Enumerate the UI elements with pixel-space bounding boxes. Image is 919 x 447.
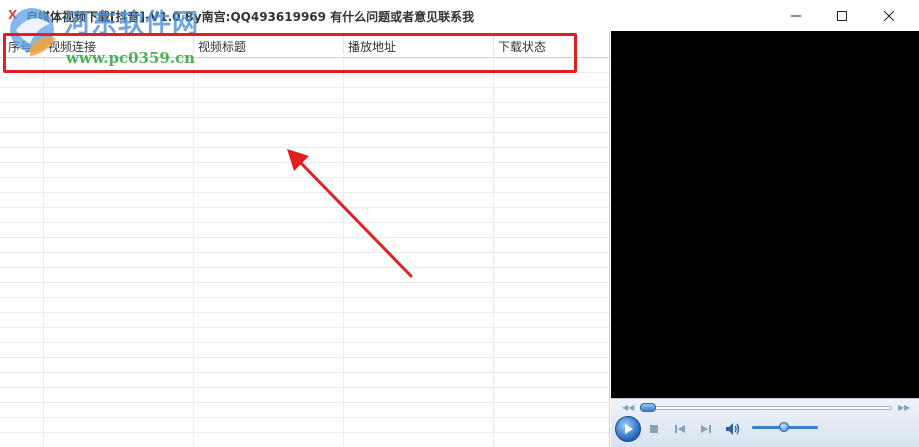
table-row[interactable] (0, 298, 609, 313)
table-row[interactable] (0, 403, 609, 418)
volume-icon (726, 423, 740, 435)
table-row[interactable] (0, 73, 609, 88)
volume-thumb[interactable] (779, 422, 789, 432)
maximize-icon (837, 10, 847, 21)
minimize-button[interactable] (773, 0, 819, 31)
next-icon (701, 425, 711, 433)
close-button[interactable] (866, 0, 912, 31)
grid-column-line (493, 58, 494, 447)
table-row[interactable] (0, 328, 609, 343)
previous-button[interactable] (672, 421, 688, 437)
annotation-arrow-icon (287, 149, 413, 278)
close-icon (884, 10, 894, 21)
table-row[interactable] (0, 418, 609, 433)
table-row[interactable] (0, 358, 609, 373)
video-player[interactable] (611, 31, 919, 447)
table-row[interactable] (0, 373, 609, 388)
seek-thumb[interactable] (640, 403, 656, 412)
play-icon (625, 424, 633, 434)
grid-column-line (193, 58, 194, 447)
previous-icon (675, 425, 685, 433)
stop-button[interactable] (646, 421, 662, 437)
annotation-highlight-box (3, 33, 577, 73)
grid-column-line (43, 58, 44, 447)
minimize-icon (791, 15, 801, 16)
table-row[interactable] (0, 313, 609, 328)
next-button[interactable] (698, 421, 714, 437)
seek-back-marker: ◀◀ (622, 403, 635, 412)
table-row[interactable] (0, 343, 609, 358)
table-row[interactable] (0, 388, 609, 403)
stop-icon (650, 425, 658, 433)
play-button[interactable] (615, 416, 641, 442)
table-row[interactable] (0, 283, 609, 298)
table-row[interactable] (0, 118, 609, 133)
table-row[interactable] (0, 88, 609, 103)
table-row[interactable] (0, 103, 609, 118)
seek-bar[interactable] (640, 406, 892, 410)
seek-forward-marker: ▶▶ (898, 403, 911, 412)
maximize-button[interactable] (819, 0, 865, 31)
volume-button[interactable] (725, 421, 741, 437)
